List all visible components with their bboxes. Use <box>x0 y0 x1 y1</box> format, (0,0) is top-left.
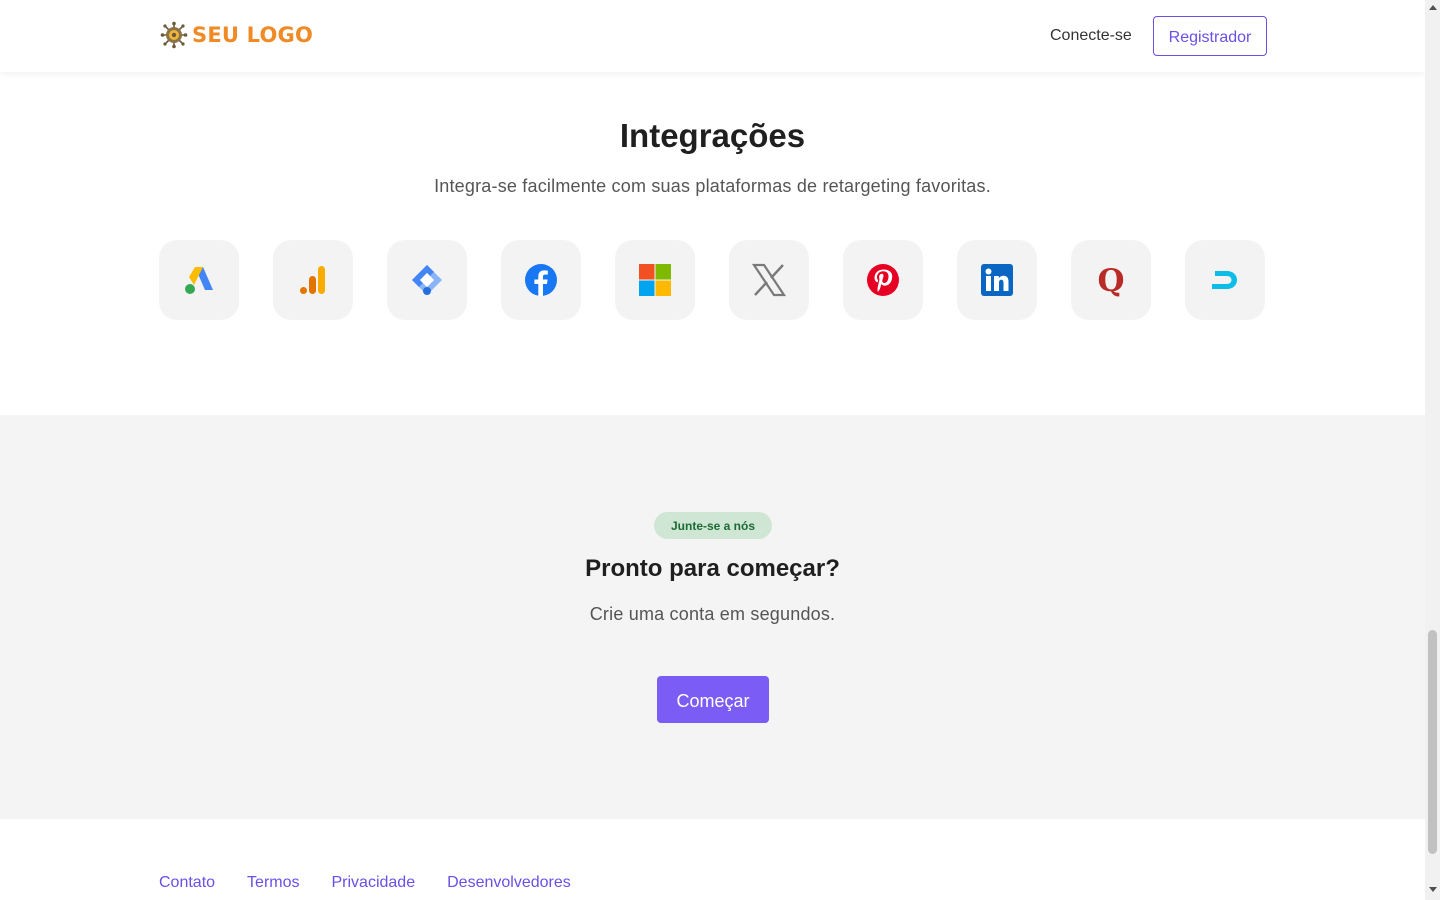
google-ads-icon <box>185 267 213 294</box>
facebook-icon <box>525 264 557 296</box>
cta-title: Pronto para começar? <box>585 555 840 582</box>
cog-network-icon <box>160 21 188 49</box>
footer-link-contact[interactable]: Contato <box>159 874 215 892</box>
site-header: SEU LOGO Conecte-se Registrador <box>0 0 1425 72</box>
integration-tile-facebook[interactable] <box>501 240 581 320</box>
page-scrollbar[interactable] <box>1425 0 1440 900</box>
cta-subtitle: Crie uma conta em segundos. <box>589 604 836 624</box>
google-analytics-icon <box>300 266 325 294</box>
integration-tile-google-tag-manager[interactable] <box>387 240 467 320</box>
get-started-button[interactable]: Começar <box>657 676 769 723</box>
integrations-subtitle: Integra-se facilmente com suas plataform… <box>434 176 991 196</box>
scroll-up-arrow-icon[interactable] <box>1429 5 1437 10</box>
microsoft-icon <box>639 264 671 296</box>
linkedin-icon <box>981 264 1013 296</box>
integration-tile-google-analytics[interactable] <box>273 240 353 320</box>
google-tag-manager-icon <box>412 265 442 295</box>
join-badge: Junte-se a nós <box>654 512 772 539</box>
logo-text: SEU LOGO <box>192 23 314 47</box>
pinterest-icon <box>867 264 899 296</box>
x-twitter-icon <box>752 263 786 297</box>
footer-link-terms[interactable]: Termos <box>247 874 299 892</box>
register-button[interactable]: Registrador <box>1153 16 1267 56</box>
integrations-icon-row: Q <box>159 240 1265 320</box>
site-footer: Contato Termos Privacidade Desenvolvedor… <box>0 819 1425 900</box>
adroll-icon <box>1212 271 1237 289</box>
login-link[interactable]: Conecte-se <box>1050 27 1132 45</box>
footer-links: Contato Termos Privacidade Desenvolvedor… <box>159 874 571 892</box>
logo[interactable]: SEU LOGO <box>160 21 313 49</box>
integration-tile-pinterest[interactable] <box>843 240 923 320</box>
cta-section: Junte-se a nós Pronto para começar? Crie… <box>0 415 1425 819</box>
integration-tile-google-ads[interactable] <box>159 240 239 320</box>
scroll-down-arrow-icon[interactable] <box>1429 887 1437 892</box>
page: SEU LOGO Conecte-se Registrador Integraç… <box>0 0 1425 900</box>
integration-tile-linkedin[interactable] <box>957 240 1037 320</box>
integration-tile-quora[interactable]: Q <box>1071 240 1151 320</box>
integration-tile-microsoft[interactable] <box>615 240 695 320</box>
footer-link-developers[interactable]: Desenvolvedores <box>447 874 571 892</box>
integrations-title: Integrações <box>619 117 806 154</box>
scrollbar-thumb[interactable] <box>1428 630 1437 854</box>
integration-tile-adroll[interactable] <box>1185 240 1265 320</box>
svg-text:Q: Q <box>1097 263 1124 297</box>
quora-icon: Q <box>1097 263 1124 297</box>
footer-link-privacy[interactable]: Privacidade <box>332 874 416 892</box>
integration-tile-x[interactable] <box>729 240 809 320</box>
